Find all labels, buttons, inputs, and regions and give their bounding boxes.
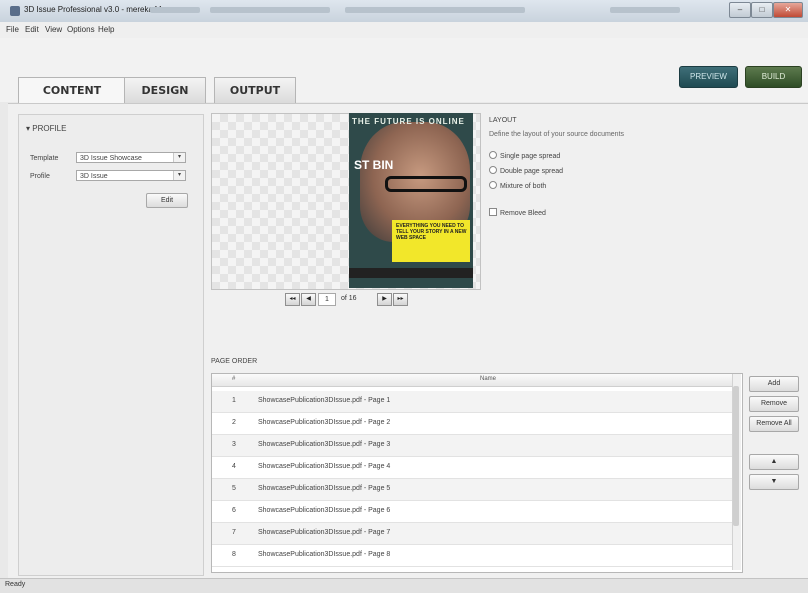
table-row[interactable]: 1 ShowcasePublication3DIssue.pdf - Page … [212,391,732,413]
table-row[interactable]: 5 ShowcasePublication3DIssue.pdf - Page … [212,479,732,501]
column-number[interactable]: # [232,376,235,382]
profile-panel [18,114,204,576]
build-button[interactable]: BUILD [745,66,802,88]
row-name: ShowcasePublication3DIssue.pdf - Page 5 [258,485,391,492]
menu-bar [0,22,808,38]
row-name: ShowcasePublication3DIssue.pdf - Page 8 [258,551,391,558]
first-page-button[interactable]: ◂◂ [285,293,300,306]
close-button[interactable]: ✕ [773,2,803,18]
preview-button[interactable]: PREVIEW [679,66,738,88]
move-up-button[interactable]: ▲ [749,454,799,470]
remove-bleed-label: Remove Bleed [500,210,546,217]
profile-label: Profile [30,173,50,180]
menu-edit[interactable]: Edit [25,25,39,34]
mixture-label: Mixture of both [500,183,547,190]
chevron-down-icon: ▾ [173,171,185,180]
page-total: of 16 [341,295,357,302]
cover-glasses-graphic [385,176,467,192]
row-name: ShowcasePublication3DIssue.pdf - Page 1 [258,397,391,404]
title-bar-graphic [150,7,200,13]
table-row[interactable]: 6 ShowcasePublication3DIssue.pdf - Page … [212,501,732,523]
single-page-label: Single page spread [500,153,561,160]
template-label: Template [30,155,59,162]
tab-output[interactable]: OUTPUT [214,77,296,104]
radio-icon [489,166,497,174]
page-order-title: PAGE ORDER [211,358,258,365]
edit-profile-button[interactable]: Edit [146,193,188,208]
table-row[interactable]: 4 ShowcasePublication3DIssue.pdf - Page … [212,457,732,479]
tab-design[interactable]: DESIGN [124,77,206,104]
row-name: ShowcasePublication3DIssue.pdf - Page 2 [258,419,391,426]
layout-title: LAYOUT [489,117,517,124]
chevron-down-icon: ▾ [173,153,185,162]
remove-bleed-checkbox[interactable]: Remove Bleed [489,208,546,217]
last-page-button[interactable]: ▸▸ [393,293,408,306]
title-bar-graphic [345,7,525,13]
row-number: 1 [232,397,236,404]
cover-headline: ST BIN [354,158,394,172]
scrollbar-thumb[interactable] [733,386,739,526]
double-page-option[interactable]: Double page spread [489,166,563,175]
maximize-button[interactable]: □ [751,2,773,18]
cover-footer-bar [349,268,473,278]
next-page-button[interactable]: ▶ [377,293,392,306]
row-number: 5 [232,485,236,492]
table-row[interactable]: 7 ShowcasePublication3DIssue.pdf - Page … [212,523,732,545]
add-page-button[interactable]: Add [749,376,799,392]
tab-content[interactable]: CONTENT [18,77,126,105]
move-down-button[interactable]: ▼ [749,474,799,490]
profile-select[interactable]: 3D Issue ▾ [76,170,186,181]
window-title: 3D Issue Professional v3.0 - mereka44 [24,5,162,14]
radio-icon [489,151,497,159]
mixture-option[interactable]: Mixture of both [489,181,546,190]
cover-callout-text: EVERYTHING YOU NEED TO TELL YOUR STORY I… [396,223,467,241]
row-name: ShowcasePublication3DIssue.pdf - Page 3 [258,441,391,448]
cover-title: THE FUTURE IS ONLINE [352,117,465,126]
double-page-label: Double page spread [500,168,564,175]
remove-page-button[interactable]: Remove [749,396,799,412]
title-bar-graphic [610,7,680,13]
row-number: 4 [232,463,236,470]
menu-help[interactable]: Help [98,25,114,34]
row-number: 3 [232,441,236,448]
menu-file[interactable]: File [6,25,19,34]
app-icon [10,6,20,16]
radio-icon [489,181,497,189]
menu-view[interactable]: View [45,25,62,34]
menu-options[interactable]: Options [67,25,95,34]
row-number: 8 [232,551,236,558]
status-text: Ready [5,581,26,588]
layout-description: Define the layout of your source documen… [489,131,625,138]
row-name: ShowcasePublication3DIssue.pdf - Page 7 [258,529,391,536]
prev-page-button[interactable]: ◀ [301,293,316,306]
minimize-button[interactable]: – [729,2,751,18]
page-number-input[interactable]: 1 [318,293,336,306]
title-bar-graphic [210,7,330,13]
profile-value: 3D Issue [80,173,108,180]
status-bar [0,578,808,593]
table-row[interactable]: 3 ShowcasePublication3DIssue.pdf - Page … [212,435,732,457]
checkbox-icon [489,208,497,216]
row-number: 7 [232,529,236,536]
column-name[interactable]: Name [480,376,496,382]
table-header [212,374,732,387]
table-row[interactable]: 2 ShowcasePublication3DIssue.pdf - Page … [212,413,732,435]
template-value: 3D Issue Showcase [80,155,142,162]
single-page-option[interactable]: Single page spread [489,151,560,160]
table-row[interactable]: 8 ShowcasePublication3DIssue.pdf - Page … [212,545,732,567]
template-select[interactable]: 3D Issue Showcase ▾ [76,152,186,163]
row-name: ShowcasePublication3DIssue.pdf - Page 6 [258,507,391,514]
row-number: 6 [232,507,236,514]
profile-section-title[interactable]: ▾ PROFILE [26,124,66,133]
row-name: ShowcasePublication3DIssue.pdf - Page 4 [258,463,391,470]
remove-all-button[interactable]: Remove All [749,416,799,432]
row-number: 2 [232,419,236,426]
